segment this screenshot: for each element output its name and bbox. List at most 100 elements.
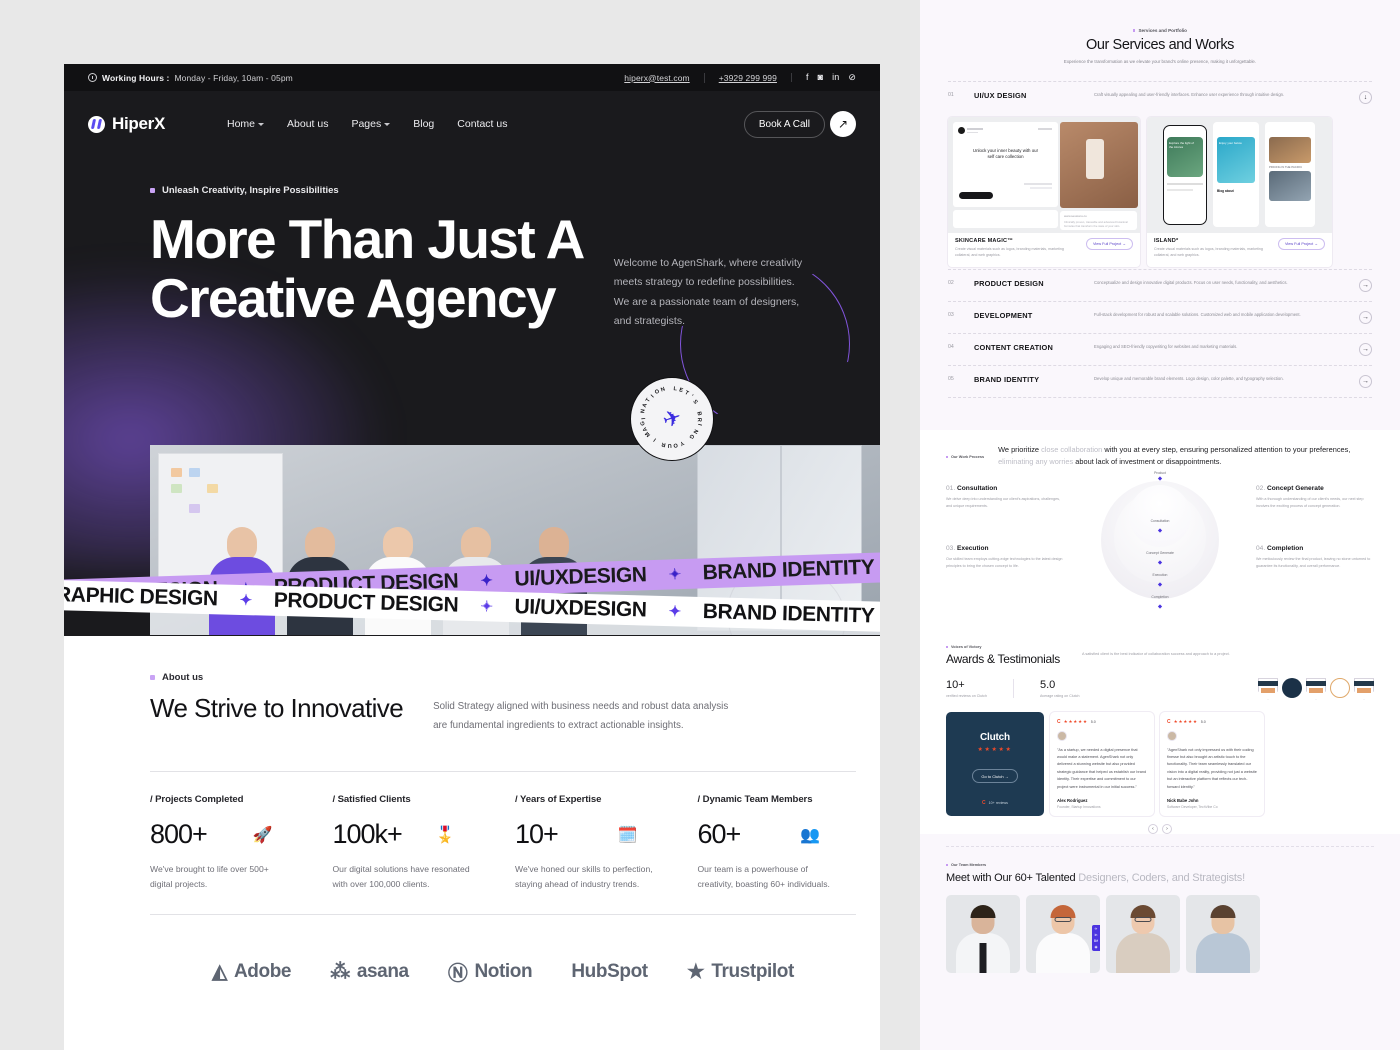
view-full-project-button[interactable]: View Full Project → — [1277, 237, 1325, 250]
badge-char: I — [652, 436, 658, 443]
service-row-brand-identity[interactable]: 05 BRAND IDENTITY Develop unique and mem… — [948, 364, 1372, 398]
member-social-rail[interactable]: ✈ in Bē ◉ — [1092, 924, 1100, 951]
left-page-mockup: Working Hours : Monday - Friday, 10am - … — [64, 64, 880, 1050]
clutch-card[interactable]: Clutch ★★★★★ Go to Clutch → C 10+ reviews — [946, 711, 1044, 817]
stat-description: Our team is a powerhouse of creativity, … — [697, 864, 830, 890]
working-hours-value: Monday - Friday, 10am - 05pm — [174, 72, 293, 83]
clutch-brand: Clutch — [980, 731, 1010, 743]
portfolio-screenshot: Explore the light of the Azores Enjoy yo… — [1147, 116, 1332, 233]
telegram-icon[interactable]: ✈ — [1095, 927, 1098, 931]
portfolio-card-island[interactable]: Explore the light of the Azores Enjoy yo… — [1147, 116, 1332, 267]
service-description: Engaging and SEO-friendly copywriting fo… — [1094, 343, 1238, 349]
carousel-next-button[interactable]: › — [1162, 824, 1172, 835]
clutch-reviews-count: C 10+ reviews — [982, 800, 1008, 806]
services-eyebrow: Services and Portfolio — [976, 28, 1344, 33]
nav-item-contact-us[interactable]: Contact us — [457, 118, 507, 130]
brand-trustpilot: ★ Trustpilot — [687, 959, 794, 984]
service-description: Conceptualize and design innovative digi… — [1094, 279, 1288, 285]
nav-item-pages[interactable]: Pages — [351, 118, 391, 130]
step-number: 03. — [946, 544, 956, 552]
awards-stat-reviews: 10+ verified reviews on Clutch — [946, 679, 1013, 698]
team-member-card[interactable]: ✈ in Bē ◉ — [1026, 894, 1100, 973]
arrow-right-icon[interactable]: → — [1359, 310, 1372, 324]
process-step-consultation: 01. Consultation We delve deep into unde… — [946, 485, 1064, 510]
arrow-up-right-icon-button[interactable]: ↗ — [830, 111, 856, 137]
awards-note: A satisfied client is the best indicator… — [1081, 651, 1230, 656]
about-eyebrow-text: About us — [162, 672, 204, 683]
service-row-product-design[interactable]: 02 PRODUCT DESIGN Conceptualize and desi… — [948, 268, 1372, 301]
topbar-email[interactable]: hiperx@test.com — [610, 73, 703, 83]
step-number: 01. — [946, 484, 956, 492]
team-heading-strong: Meet with Our 60+ Talented — [946, 872, 1076, 885]
linkedin-icon[interactable]: in — [832, 73, 839, 82]
hero-body: Unleash Creativity, Inspire Possibilitie… — [64, 157, 880, 332]
stat-card: / Years of Expertise 10+ 🗓️ We've honed … — [491, 772, 674, 914]
go-to-clutch-button[interactable]: Go to Clutch → — [972, 769, 1018, 784]
stat-card: / Dynamic Team Members 60+ 👥 Our team is… — [674, 772, 857, 914]
service-row-content-creation[interactable]: 04 CONTENT CREATION Engaging and SEO-fri… — [948, 332, 1372, 365]
nav-item-about-us[interactable]: About us — [287, 118, 328, 130]
award-badge-circle-dark — [1282, 677, 1302, 700]
brand-logo[interactable]: HiperX — [88, 114, 165, 134]
sparkle-icon: ✦ — [480, 572, 493, 590]
main-navigation: HiperX Home About us Pages Blog Contact … — [64, 91, 880, 157]
stat-value: 60+ — [697, 819, 742, 850]
service-row-uiux[interactable]: 01 UI/UX DESIGN Craft visually appealing… — [948, 80, 1372, 113]
square-dot-icon — [1132, 29, 1136, 32]
nav-item-blog[interactable]: Blog — [413, 118, 434, 130]
marquee-item: BRAND IDENTITY — [702, 555, 875, 585]
services-eyebrow-text: Services and Portfolio — [1138, 28, 1187, 33]
badge-char: T — [683, 389, 690, 398]
arrow-right-icon[interactable]: → — [1359, 374, 1372, 388]
working-hours: Working Hours : Monday - Friday, 10am - … — [88, 73, 293, 83]
service-name: DEVELOPMENT — [974, 310, 1033, 320]
team-section: Our Team Members Meet with Our 60+ Talen… — [920, 847, 1400, 973]
service-description: Develop unique and memorable brand eleme… — [1094, 375, 1284, 381]
service-row-development[interactable]: 03 DEVELOPMENT Full-stack development fo… — [948, 300, 1372, 333]
badge-char: ' — [688, 393, 695, 400]
award-badge-circle-light — [1330, 677, 1350, 700]
process-eyebrow-text: Our Work Process — [951, 455, 985, 460]
sparkle-icon: ✦ — [668, 603, 681, 621]
nav-item-home[interactable]: Home — [227, 118, 265, 130]
team-member-card[interactable] — [1106, 894, 1180, 973]
imagination-badge: L E T ' S BRING YOUR IMAGINATION ✈ — [630, 377, 714, 461]
arrow-right-icon[interactable]: → — [1359, 278, 1372, 292]
service-name: BRAND IDENTITY — [974, 374, 1040, 384]
testimonial-stars: ★★★★★ — [1063, 718, 1088, 724]
team-member-card[interactable] — [1186, 894, 1260, 973]
orb-node-consultation: Consultation — [1150, 518, 1170, 523]
chevron-down-icon[interactable]: ↓ — [1359, 90, 1372, 104]
avatar — [1057, 730, 1067, 741]
instagram-icon[interactable]: ◙ — [818, 73, 824, 82]
arrow-right-icon[interactable]: → — [1359, 342, 1372, 356]
nav-links: Home About us Pages Blog Contact us — [227, 118, 507, 130]
carousel-prev-button[interactable]: ‹ — [1148, 824, 1158, 835]
services-list: 01 UI/UX DESIGN Craft visually appealing… — [920, 80, 1400, 398]
topbar-phone[interactable]: +3929 299 999 — [703, 72, 791, 83]
marquee-item: BRAND IDENTITY — [702, 600, 875, 628]
services-subtitle: Experience the transformation as we elev… — [1063, 59, 1257, 64]
view-full-project-button[interactable]: View Full Project → — [1085, 237, 1133, 250]
portfolio-shot-copy: Unlock your inner beauty with our self c… — [972, 147, 1039, 160]
book-a-call-button[interactable]: Book A Call — [743, 110, 825, 138]
hero-paragraph: Welcome to AgenShark, where creativity m… — [613, 257, 803, 328]
linkedin-icon[interactable]: in — [1095, 933, 1098, 937]
square-dot-icon — [150, 675, 155, 680]
working-hours-label: Working Hours : — [102, 72, 170, 83]
portfolio-card-skincare[interactable]: Unlock your inner beauty with our self c… — [948, 116, 1140, 267]
behance-icon[interactable]: Bē — [1094, 939, 1098, 943]
medal-icon: 🎖️ — [435, 826, 455, 844]
badge-char: I — [695, 423, 703, 427]
dribbble-icon[interactable]: ◉ — [1094, 945, 1097, 949]
clutch-logo-icon: C — [1057, 718, 1061, 725]
behance-icon[interactable]: ⊘ — [848, 73, 856, 82]
work-process-section: Our Work Process We prioritize close col… — [920, 429, 1400, 629]
service-number: 01 — [948, 91, 954, 98]
process-orb: Product Consultation Concept Generate Ex… — [1101, 471, 1219, 609]
nav-label: Blog — [413, 118, 435, 130]
team-member-card[interactable] — [946, 894, 1020, 973]
team-members-row: ✈ in Bē ◉ — [946, 894, 1374, 973]
facebook-icon[interactable]: f — [806, 73, 809, 82]
brand-notion: Ⓝ Notion — [448, 957, 533, 986]
